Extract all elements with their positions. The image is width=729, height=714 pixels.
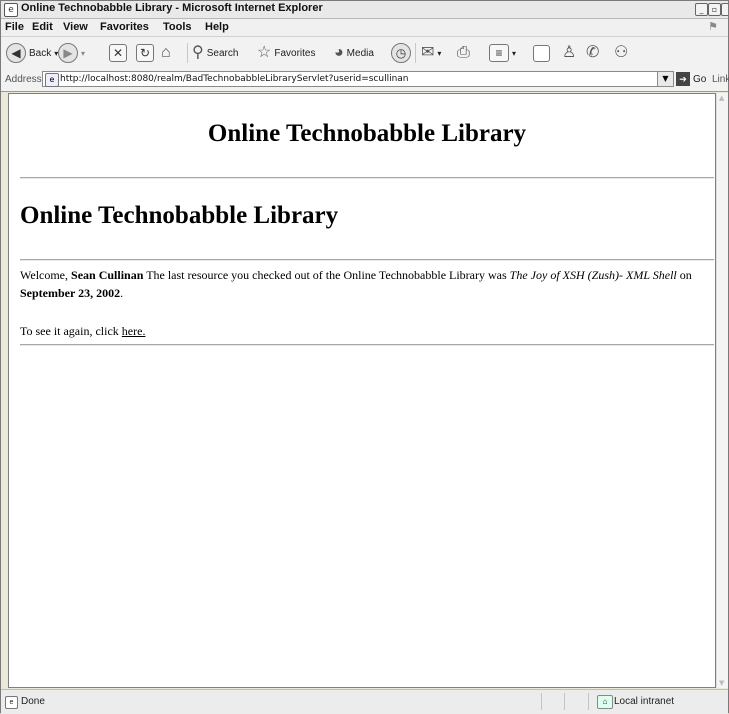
status-pane-divider xyxy=(588,693,589,710)
scroll-up-icon[interactable]: ▲ xyxy=(719,94,724,102)
here-link[interactable]: here. xyxy=(122,324,146,338)
refresh-button[interactable]: ↻ xyxy=(136,41,154,65)
favorites-star-icon: ☆ xyxy=(257,44,272,61)
toolbar-separator xyxy=(187,43,188,63)
history-icon: ◷ xyxy=(391,43,411,63)
mail-icon: ✉ xyxy=(421,44,435,61)
see-again-message: To see it again, click here. xyxy=(20,322,714,340)
back-arrow-icon: ◀ xyxy=(6,43,26,63)
security-zone: Local intranet xyxy=(614,696,675,707)
chat-bubble-icon: ✆ xyxy=(586,44,600,61)
stop-button[interactable]: ✕ xyxy=(109,41,127,65)
address-box[interactable]: e ▼ xyxy=(42,71,674,87)
refresh-icon: ↻ xyxy=(136,44,154,62)
checkout-date: September 23, 2002 xyxy=(20,286,121,300)
research-button[interactable]: ♙ xyxy=(562,41,576,65)
toolbar-separator xyxy=(415,43,416,63)
messenger-button[interactable]: ⚇ xyxy=(614,41,628,65)
menu-tools[interactable]: Tools xyxy=(163,21,192,33)
search-icon: ⚲ xyxy=(192,44,204,61)
page-icon: e xyxy=(45,73,59,87)
windows-flag-icon: ⚑ xyxy=(708,20,718,33)
edit-dropdown-icon[interactable]: ▾ xyxy=(512,49,516,58)
address-label: Address xyxy=(5,74,42,85)
forward-arrow-icon: ▶ xyxy=(58,43,78,63)
edit-button[interactable]: ≡ ▾ xyxy=(489,41,516,65)
links-button[interactable]: Links xyxy=(712,74,729,85)
message-text: The last resource you checked out of the… xyxy=(146,268,507,282)
print-button[interactable]: ⎙ xyxy=(457,41,470,65)
go-arrow-icon: ➔ xyxy=(676,72,690,86)
ie-icon: e xyxy=(4,3,18,17)
welcome-message: Welcome, Sean Cullinan The last resource… xyxy=(20,266,714,302)
mail-button[interactable]: ✉ ▾ xyxy=(421,41,441,65)
intranet-zone-icon: ⌂ xyxy=(597,695,613,709)
forward-button[interactable]: ▶ ▾ xyxy=(58,41,85,65)
welcome-prefix: Welcome, xyxy=(20,268,69,282)
window-title: Online Technobabble Library - Microsoft … xyxy=(21,2,323,14)
stop-icon: ✕ xyxy=(109,44,127,62)
status-text: Done xyxy=(21,696,45,707)
back-button[interactable]: ◀ Back ▾ xyxy=(6,41,58,65)
page-heading-center: Online Technobabble Library xyxy=(207,120,527,147)
divider xyxy=(20,177,714,179)
media-icon: ◕ xyxy=(334,44,344,61)
menu-bar: File Edit View Favorites Tools Help ⚑ xyxy=(1,19,728,36)
see-again-text: To see it again, click xyxy=(20,324,119,338)
menu-help[interactable]: Help xyxy=(205,21,229,33)
menu-file[interactable]: File xyxy=(5,21,24,33)
messenger-chat-button[interactable]: ✆ xyxy=(586,41,599,65)
browser-window: e Online Technobabble Library - Microsof… xyxy=(0,0,729,714)
address-input[interactable] xyxy=(60,72,630,86)
address-dropdown-icon[interactable]: ▼ xyxy=(657,72,673,86)
research-icon: ♙ xyxy=(562,44,577,61)
home-button[interactable]: ⌂ xyxy=(161,41,171,65)
restore-button[interactable]: ▫ xyxy=(708,3,721,16)
discuss-button[interactable] xyxy=(533,41,550,65)
page-done-icon: e xyxy=(5,696,18,709)
history-button[interactable]: ◷ xyxy=(391,41,411,65)
media-label: Media xyxy=(346,47,374,59)
edit-page-icon: ≡ xyxy=(489,44,509,62)
media-button[interactable]: ◕ Media xyxy=(334,41,374,65)
home-icon: ⌂ xyxy=(161,44,171,61)
toolbar: ◀ Back ▾ ▶ ▾ ✕ ↻ ⌂ ⚲ Search ☆ Favorites … xyxy=(1,36,728,70)
status-pane-divider xyxy=(541,693,542,710)
print-icon: ⎙ xyxy=(457,44,470,61)
vertical-scrollbar[interactable]: ▲ ▼ xyxy=(716,93,728,688)
status-pane-divider xyxy=(564,693,565,710)
back-label: Back xyxy=(29,47,52,59)
divider xyxy=(20,259,714,261)
scroll-down-icon[interactable]: ▼ xyxy=(719,679,724,687)
title-bar: e Online Technobabble Library - Microsof… xyxy=(1,1,728,19)
go-button[interactable]: ➔ Go xyxy=(676,72,706,86)
go-label: Go xyxy=(693,73,707,85)
menu-edit[interactable]: Edit xyxy=(32,21,53,33)
mail-dropdown-icon[interactable]: ▾ xyxy=(437,49,441,58)
date-suffix: . xyxy=(120,286,124,300)
messenger-buddies-icon: ⚇ xyxy=(614,44,629,61)
resource-title: The Joy of XSH (Zush)- XML Shell xyxy=(509,268,677,282)
close-button[interactable] xyxy=(721,3,728,16)
discuss-icon xyxy=(533,44,550,62)
page-content: Online Technobabble Library Online Techn… xyxy=(8,93,716,688)
divider xyxy=(20,344,714,346)
favorites-button[interactable]: ☆ Favorites xyxy=(257,41,315,65)
date-prefix: on xyxy=(679,268,692,282)
search-button[interactable]: ⚲ Search xyxy=(192,41,238,65)
search-label: Search xyxy=(206,47,239,59)
favorites-label: Favorites xyxy=(274,47,316,59)
menu-favorites[interactable]: Favorites xyxy=(100,21,149,33)
user-name: Sean Cullinan xyxy=(71,268,144,282)
menu-view[interactable]: View xyxy=(63,21,88,33)
status-bar: e Done ⌂ Local intranet xyxy=(1,689,728,714)
address-bar: Address e ▼ ➔ Go Links xyxy=(1,69,729,92)
forward-dropdown-icon[interactable]: ▾ xyxy=(81,49,85,58)
minimize-button[interactable]: _ xyxy=(695,3,708,16)
page-heading: Online Technobabble Library xyxy=(20,202,339,229)
